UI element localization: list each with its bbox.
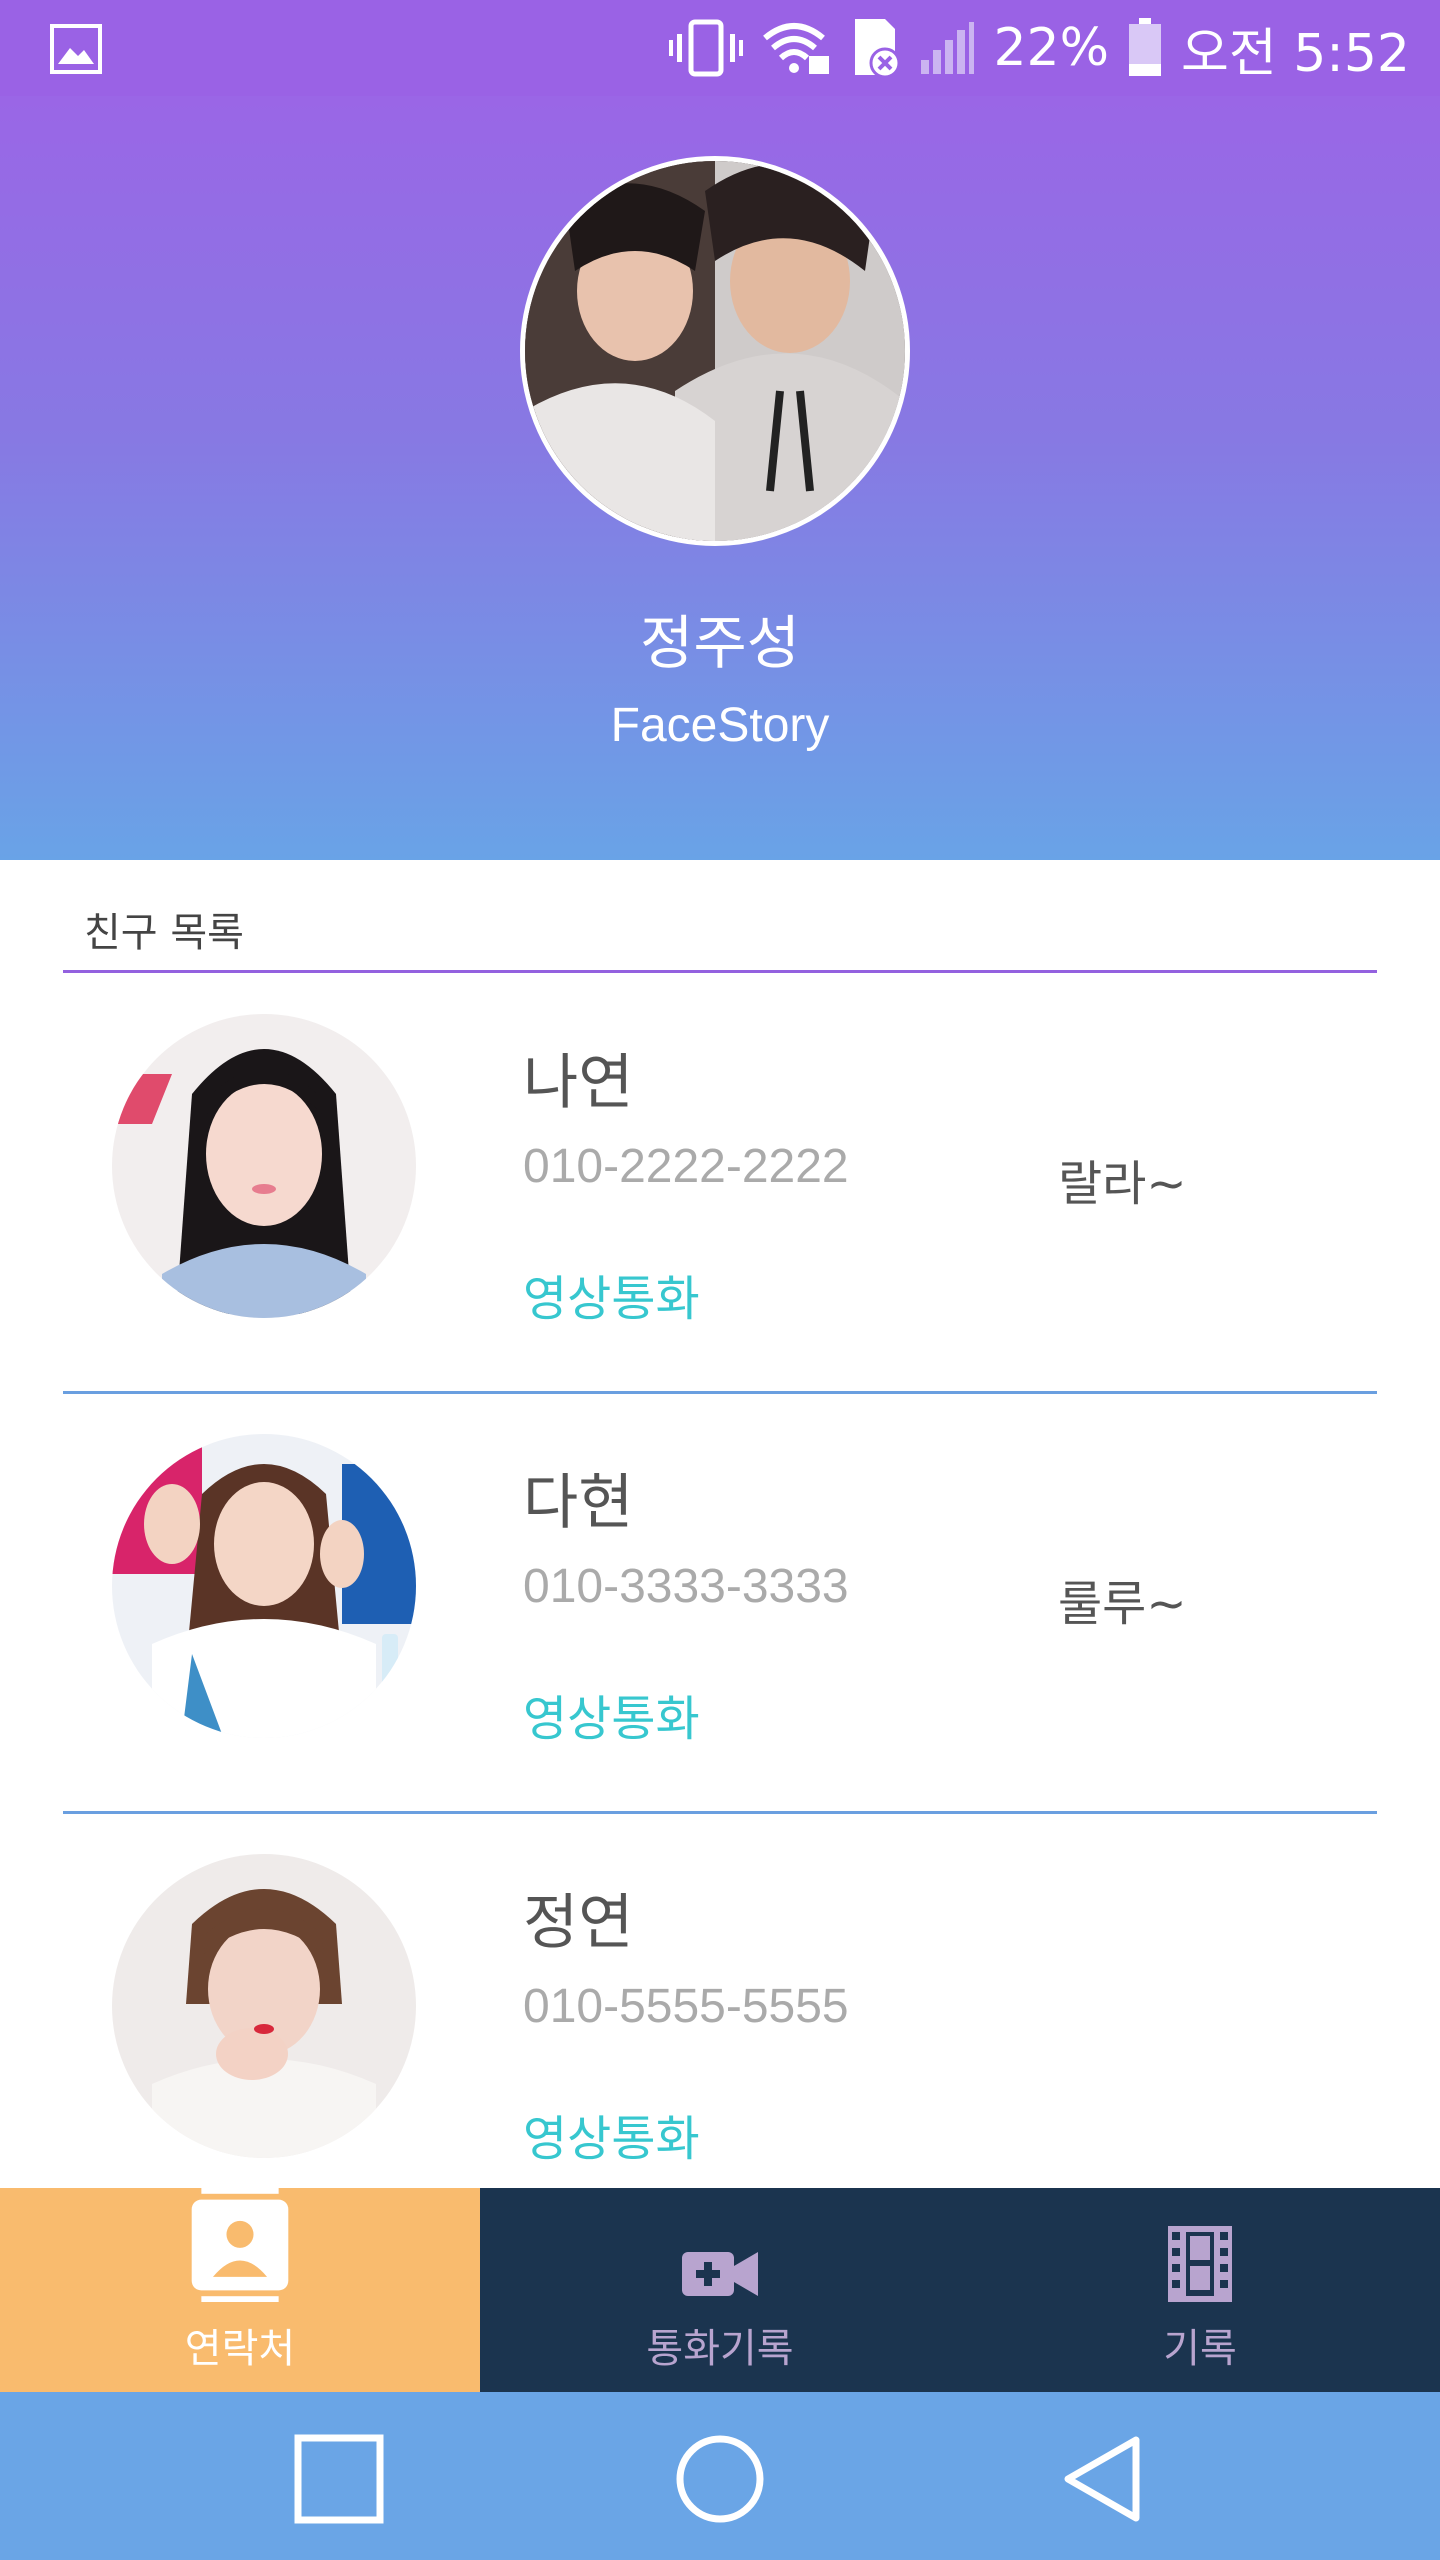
- profile-header: 정주성 FaceStory: [0, 96, 1440, 860]
- tab-contacts[interactable]: 연락처: [0, 2188, 480, 2392]
- profile-subtitle: FaceStory: [610, 699, 830, 752]
- friend-avatar: [112, 1434, 416, 1738]
- friend-item[interactable]: 나연 010-2222-2222 랄라~ 영상통화: [0, 974, 1440, 1394]
- contacts-icon: [191, 2188, 289, 2302]
- video-call-button[interactable]: 영상통화: [523, 1259, 700, 1329]
- gallery-icon: [50, 24, 102, 74]
- video-call-button[interactable]: 영상통화: [523, 2099, 700, 2169]
- tab-label: 기록: [1163, 2326, 1237, 2372]
- tab-records[interactable]: 기록: [960, 2188, 1440, 2392]
- friend-list: 나연 010-2222-2222 랄라~ 영상통화 다현 010-3333-33…: [0, 974, 1440, 2234]
- friend-phone: 010-3333-3333: [523, 1560, 849, 1613]
- friend-name: 정연: [523, 1888, 634, 1958]
- friend-item[interactable]: 다현 010-3333-3333 룰루~ 영상통화: [0, 1394, 1440, 1814]
- friend-avatar: [112, 1854, 416, 2158]
- system-nav-bar: [0, 2392, 1440, 2560]
- signal-icon: [921, 22, 975, 74]
- tab-label: 통화기록: [646, 2326, 794, 2372]
- status-bar: 22% 오전 5:52: [0, 0, 1440, 96]
- profile-photo-image: [525, 161, 905, 541]
- recent-apps-icon[interactable]: [294, 2434, 384, 2524]
- video-add-icon: [682, 2252, 758, 2296]
- tab-call-history[interactable]: 통화기록: [480, 2188, 960, 2392]
- wifi-lock-icon: [763, 23, 830, 74]
- friend-list-title: 친구 목록: [84, 910, 244, 956]
- sd-card-icon: [855, 19, 901, 79]
- friend-phone: 010-5555-5555: [523, 1980, 849, 2033]
- film-icon: [1168, 2226, 1232, 2302]
- friend-status-message: 랄라~: [1058, 1156, 1187, 1212]
- clock: 오전 5:52: [1181, 23, 1410, 84]
- tab-label: 연락처: [184, 2326, 296, 2372]
- profile-photo[interactable]: [520, 156, 910, 546]
- profile-name: 정주성: [639, 609, 801, 677]
- friend-item[interactable]: 정연 010-5555-5555 영상통화: [0, 1814, 1440, 2234]
- battery-icon: [1129, 18, 1162, 76]
- section-divider: [63, 970, 1377, 973]
- home-icon[interactable]: [675, 2434, 765, 2524]
- bottom-tab-bar: 연락처 통화기록 기록: [0, 2188, 1440, 2392]
- video-call-button[interactable]: 영상통화: [523, 1679, 700, 1749]
- friend-status-message: 룰루~: [1058, 1576, 1187, 1632]
- friend-phone: 010-2222-2222: [523, 1140, 849, 1193]
- friend-avatar: [112, 1014, 416, 1318]
- friend-name: 나연: [523, 1048, 634, 1118]
- vibrate-icon: [669, 19, 744, 77]
- battery-percent: 22%: [993, 18, 1110, 78]
- friend-name: 다현: [523, 1468, 634, 1538]
- back-icon[interactable]: [1060, 2434, 1150, 2524]
